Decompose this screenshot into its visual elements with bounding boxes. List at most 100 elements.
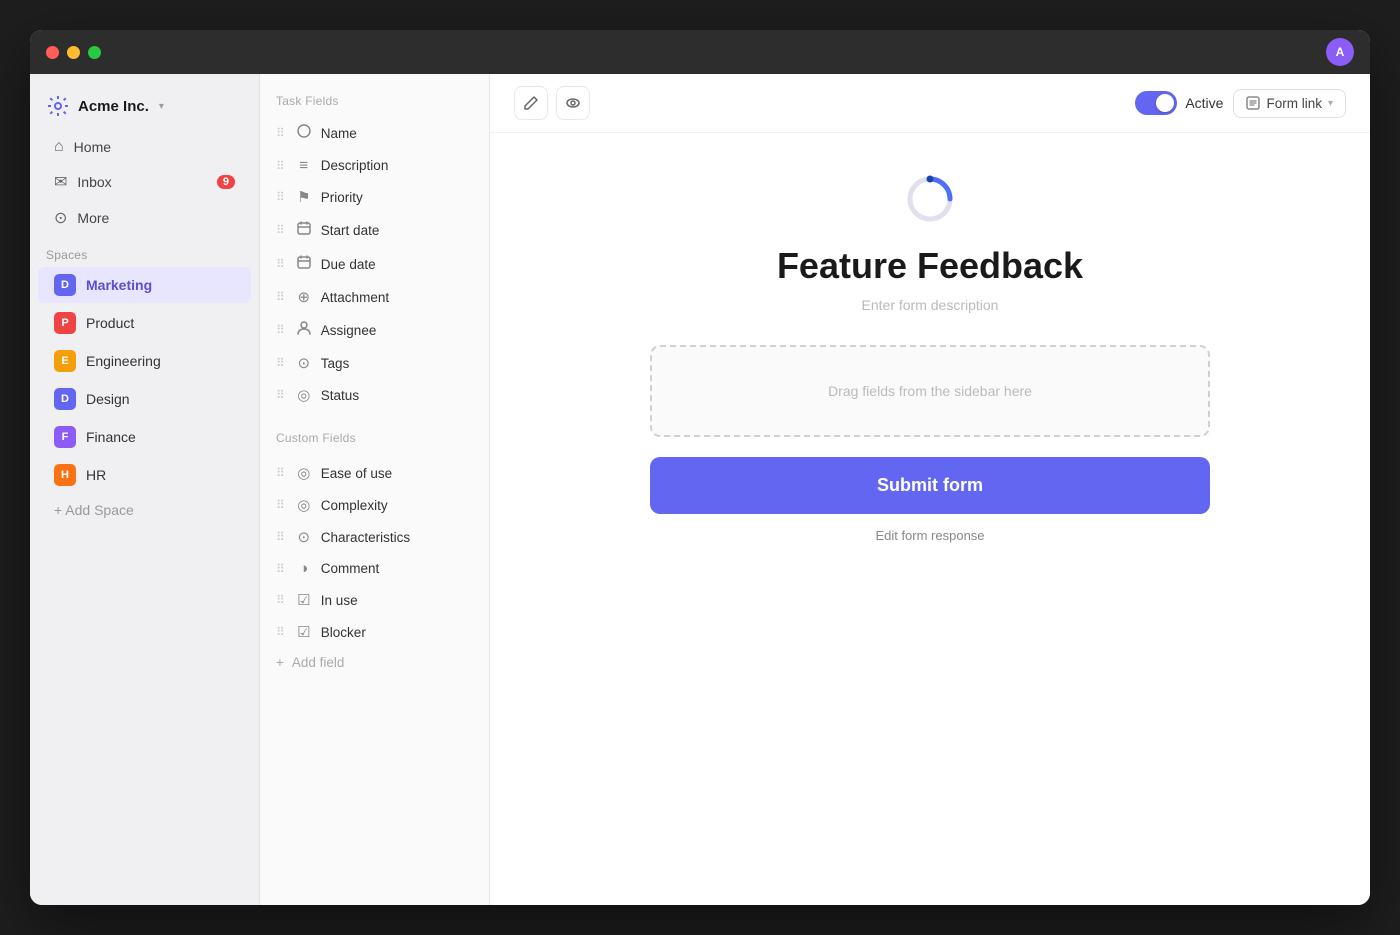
nav-item-home[interactable]: ⌂ Home bbox=[38, 131, 251, 163]
drag-handle-icon: ⠿ bbox=[276, 466, 285, 480]
edit-button[interactable] bbox=[514, 86, 548, 120]
name-field-icon bbox=[295, 123, 313, 143]
field-assignee[interactable]: ⠿ Assignee bbox=[260, 313, 489, 347]
field-tags[interactable]: ⠿ ⊙ Tags bbox=[260, 347, 489, 379]
toggle-knob bbox=[1156, 94, 1174, 112]
characteristics-field-icon: ⊙ bbox=[295, 528, 313, 546]
user-avatar[interactable]: A bbox=[1326, 38, 1354, 66]
drag-handle-icon: ⠿ bbox=[276, 159, 285, 173]
field-complexity[interactable]: ⠿ ◎ Complexity bbox=[260, 489, 489, 521]
drag-handle-icon: ⠿ bbox=[276, 356, 285, 370]
ease-of-use-field-icon: ◎ bbox=[295, 464, 313, 482]
edit-response-link[interactable]: Edit form response bbox=[875, 528, 984, 543]
drop-zone[interactable]: Drag fields from the sidebar here bbox=[650, 345, 1210, 437]
drag-handle-icon: ⠿ bbox=[276, 498, 285, 512]
custom-fields-divider: Custom Fields bbox=[260, 419, 489, 453]
space-item-design[interactable]: D Design bbox=[38, 381, 251, 417]
field-label-in-use: In use bbox=[321, 593, 358, 608]
nav-item-more[interactable]: ⊙ More bbox=[38, 201, 251, 235]
add-field-plus-icon: + bbox=[276, 655, 284, 670]
drag-handle-icon: ⠿ bbox=[276, 257, 285, 271]
field-blocker[interactable]: ⠿ ☑ Blocker bbox=[260, 616, 489, 648]
space-item-engineering[interactable]: E Engineering bbox=[38, 343, 251, 379]
nav-label-more: More bbox=[77, 210, 109, 226]
drag-handle-icon: ⠿ bbox=[276, 593, 285, 607]
eye-icon bbox=[565, 95, 581, 111]
inbox-icon: ✉ bbox=[54, 172, 67, 192]
space-avatar-finance: F bbox=[54, 426, 76, 448]
active-label: Active bbox=[1185, 95, 1223, 111]
field-due-date[interactable]: ⠿ Due date bbox=[260, 247, 489, 281]
field-attachment[interactable]: ⠿ ⊕ Attachment bbox=[260, 281, 489, 313]
space-item-finance[interactable]: F Finance bbox=[38, 419, 251, 455]
nav-item-inbox[interactable]: ✉ Inbox 9 bbox=[38, 165, 251, 199]
space-label-marketing: Marketing bbox=[86, 277, 152, 293]
space-avatar-engineering: E bbox=[54, 350, 76, 372]
more-icon: ⊙ bbox=[54, 208, 67, 228]
space-avatar-product: P bbox=[54, 312, 76, 334]
active-toggle-group: Active bbox=[1135, 91, 1223, 115]
space-label-finance: Finance bbox=[86, 429, 136, 445]
link-icon bbox=[1246, 96, 1260, 110]
field-label-priority: Priority bbox=[321, 190, 363, 205]
submit-button[interactable]: Submit form bbox=[650, 457, 1210, 514]
field-in-use[interactable]: ⠿ ☑ In use bbox=[260, 584, 489, 616]
spinner-svg bbox=[904, 173, 956, 225]
space-label-engineering: Engineering bbox=[86, 353, 161, 369]
space-item-product[interactable]: P Product bbox=[38, 305, 251, 341]
space-item-marketing[interactable]: D Marketing bbox=[38, 267, 251, 303]
loading-spinner bbox=[904, 173, 956, 225]
field-comment[interactable]: ⠿ ◑ Comment bbox=[260, 553, 489, 584]
drag-handle-icon: ⠿ bbox=[276, 562, 285, 576]
form-link-button[interactable]: Form link ▾ bbox=[1233, 89, 1346, 118]
field-label-name: Name bbox=[321, 126, 357, 141]
drag-handle-icon: ⠿ bbox=[276, 223, 285, 237]
add-field-button[interactable]: + Add field bbox=[260, 648, 489, 677]
active-toggle[interactable] bbox=[1135, 91, 1177, 115]
toolbar-right: Active Form link ▾ bbox=[1135, 89, 1346, 118]
form-area: Feature Feedback Enter form description … bbox=[490, 133, 1370, 905]
main-content: Active Form link ▾ bbox=[490, 74, 1370, 905]
close-button[interactable] bbox=[46, 46, 59, 59]
field-label-complexity: Complexity bbox=[321, 498, 388, 513]
space-label-hr: HR bbox=[86, 467, 106, 483]
app-body: Acme Inc. ▾ ⌂ Home ✉ Inbox 9 ⊙ More Spac… bbox=[30, 74, 1370, 905]
drag-handle-icon: ⠿ bbox=[276, 625, 285, 639]
field-ease-of-use[interactable]: ⠿ ◎ Ease of use bbox=[260, 457, 489, 489]
drag-handle-icon: ⠿ bbox=[276, 388, 285, 402]
due-date-field-icon bbox=[295, 254, 313, 274]
space-avatar-marketing: D bbox=[54, 274, 76, 296]
space-avatar-design: D bbox=[54, 388, 76, 410]
preview-button[interactable] bbox=[556, 86, 590, 120]
form-link-label: Form link bbox=[1266, 96, 1322, 111]
field-label-blocker: Blocker bbox=[321, 625, 366, 640]
space-label-product: Product bbox=[86, 315, 134, 331]
traffic-lights bbox=[46, 46, 101, 59]
field-start-date[interactable]: ⠿ Start date bbox=[260, 213, 489, 247]
priority-field-icon: ⚑ bbox=[295, 188, 313, 206]
field-label-comment: Comment bbox=[321, 561, 380, 576]
drag-handle-icon: ⠿ bbox=[276, 530, 285, 544]
edit-response-label: Edit form response bbox=[875, 528, 984, 543]
add-space-button[interactable]: + Add Space bbox=[38, 495, 251, 525]
field-name[interactable]: ⠿ Name bbox=[260, 116, 489, 150]
field-label-due-date: Due date bbox=[321, 257, 376, 272]
drag-handle-icon: ⠿ bbox=[276, 323, 285, 337]
nav-label-home: Home bbox=[74, 139, 111, 155]
field-priority[interactable]: ⠿ ⚑ Priority bbox=[260, 181, 489, 213]
drop-zone-text: Drag fields from the sidebar here bbox=[828, 383, 1032, 399]
in-use-field-icon: ☑ bbox=[295, 591, 313, 609]
comment-field-icon: ◑ bbox=[295, 560, 313, 577]
field-label-ease-of-use: Ease of use bbox=[321, 466, 392, 481]
form-description-placeholder: Enter form description bbox=[862, 297, 999, 313]
field-characteristics[interactable]: ⠿ ⊙ Characteristics bbox=[260, 521, 489, 553]
maximize-button[interactable] bbox=[88, 46, 101, 59]
field-description[interactable]: ⠿ ≡ Description bbox=[260, 150, 489, 181]
field-label-attachment: Attachment bbox=[321, 290, 389, 305]
field-status[interactable]: ⠿ ◎ Status bbox=[260, 379, 489, 411]
pencil-icon bbox=[523, 95, 539, 111]
workspace-header[interactable]: Acme Inc. ▾ bbox=[30, 86, 259, 130]
status-field-icon: ◎ bbox=[295, 386, 313, 404]
space-item-hr[interactable]: H HR bbox=[38, 457, 251, 493]
minimize-button[interactable] bbox=[67, 46, 80, 59]
